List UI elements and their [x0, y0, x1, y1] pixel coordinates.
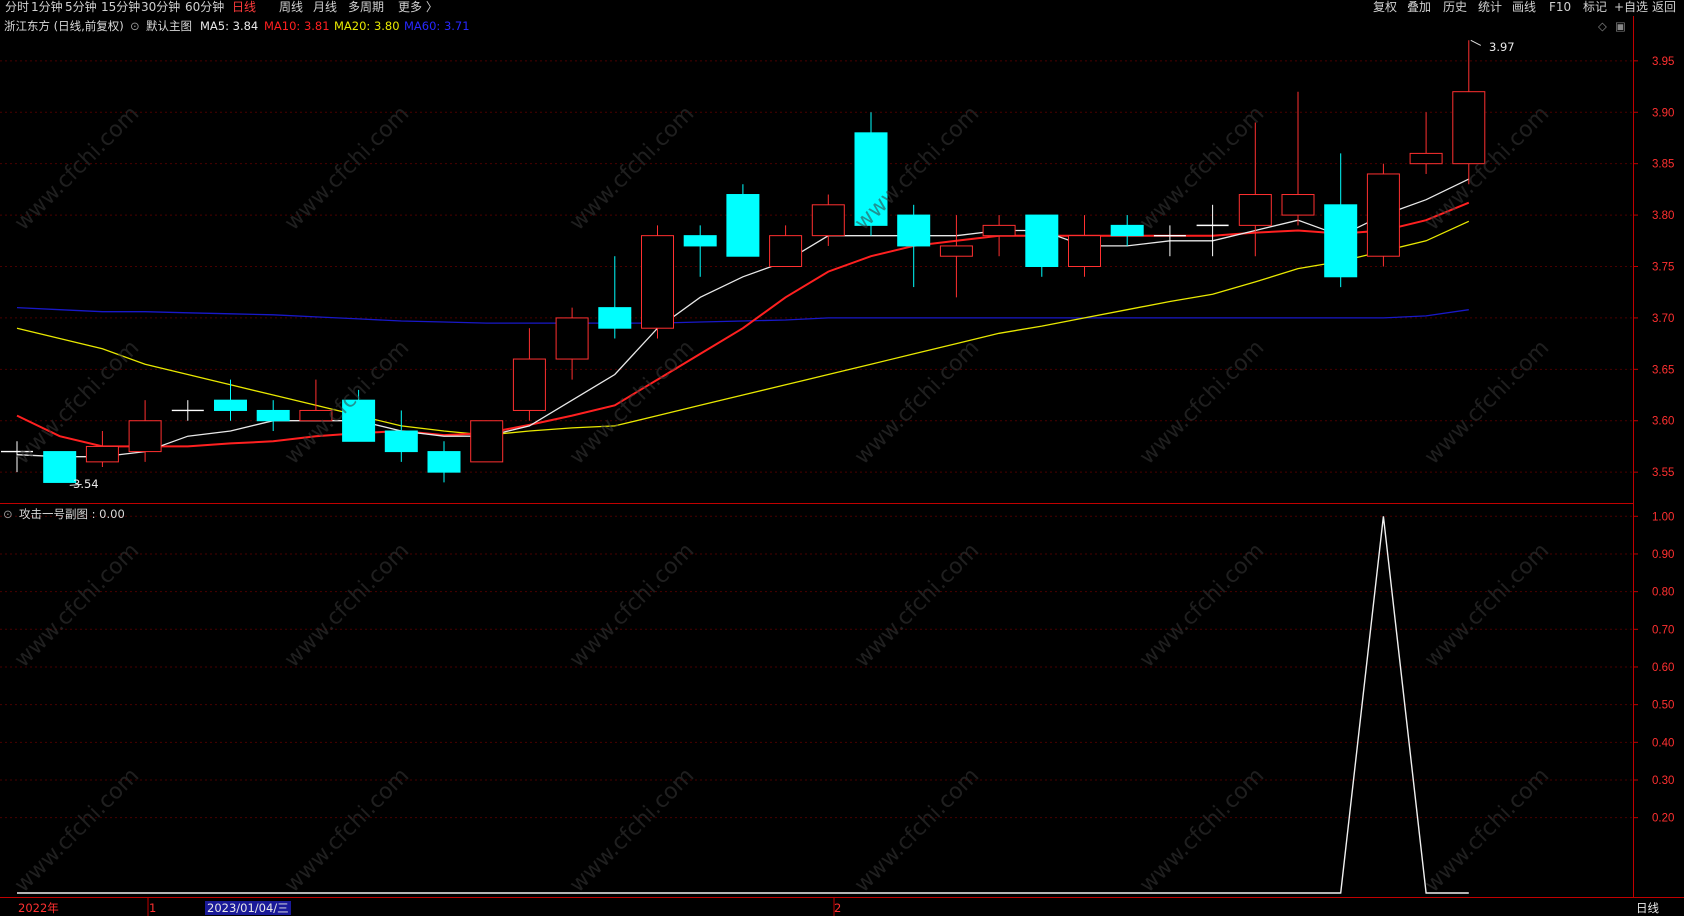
- candle-body-up: [85, 445, 119, 463]
- month-label-1: 1: [149, 901, 157, 915]
- toolbar-right-item-8[interactable]: 返回: [1652, 0, 1676, 15]
- sub-tick-label: 0.40: [1652, 737, 1674, 749]
- toolbar-item-4[interactable]: 30分钟: [141, 0, 180, 15]
- main-tick-label: 3.85: [1652, 159, 1674, 171]
- toolbar-right-item-4[interactable]: 画线: [1512, 0, 1536, 15]
- ma20-label: MA20: 3.80: [334, 19, 400, 33]
- sub-tick-label: 0.60: [1652, 662, 1674, 674]
- toolbar-right-item-0[interactable]: 复权: [1373, 0, 1397, 15]
- candle-body-down: [683, 235, 717, 247]
- candle-body-up: [939, 245, 973, 257]
- high-price-label: 3.97: [1489, 40, 1515, 54]
- candle-body-up: [1238, 194, 1272, 226]
- toolbar-item-7[interactable]: 周线: [279, 0, 303, 15]
- candle-body-down: [726, 194, 760, 257]
- ma10-label: MA10: 3.81: [264, 19, 330, 33]
- toolbar-item-10[interactable]: 更多 〉: [398, 0, 438, 15]
- candle-body-down: [384, 430, 418, 453]
- candle-body-down: [256, 409, 290, 422]
- period-button[interactable]: 日线: [1636, 901, 1659, 915]
- ma5-label: MA5: 3.84: [200, 19, 259, 33]
- high-marker-arrow: [1470, 39, 1482, 46]
- toolbar-right-item-3[interactable]: 统计: [1478, 0, 1502, 15]
- toolbar-right-item-2[interactable]: 历史: [1443, 0, 1467, 15]
- candle-body-up: [128, 420, 162, 453]
- sub-indicator-title[interactable]: 攻击一号副图 : 0.00: [19, 507, 125, 521]
- candle-body-up: [512, 358, 546, 411]
- toolbar-item-2[interactable]: 5分钟: [65, 0, 97, 15]
- candle-body-down: [214, 399, 247, 411]
- candle-body-up: [1366, 173, 1400, 257]
- toolbar-item-9[interactable]: 多周期: [348, 0, 384, 15]
- low-price-label: 3.54: [73, 477, 99, 491]
- main-tick-label: 3.55: [1652, 467, 1674, 479]
- sub-tick-label: 1.00: [1652, 511, 1674, 523]
- sub-tick-label: 0.50: [1652, 700, 1674, 712]
- main-tick-label: 3.90: [1652, 107, 1674, 119]
- candle-body-down: [427, 451, 461, 473]
- candle-body-up: [555, 317, 589, 360]
- main-tick-label: 3.75: [1652, 262, 1674, 274]
- main-tick-label: 3.70: [1652, 313, 1674, 325]
- candle-body-up: [470, 420, 504, 463]
- indicator-toggle-icon[interactable]: ⊙: [130, 19, 140, 33]
- toolbar-right-item-7[interactable]: +自选: [1614, 0, 1648, 15]
- candle-body-down: [43, 451, 77, 483]
- candle-body-down: [1110, 224, 1144, 237]
- sub-tick-label: 0.90: [1652, 549, 1674, 561]
- main-indicator-name[interactable]: 默认主图: [146, 19, 192, 33]
- candle-body-up: [811, 204, 845, 237]
- toolbar-item-6[interactable]: 日线: [232, 0, 256, 15]
- ma60-label: MA60: 3.71: [404, 19, 470, 33]
- sub-tick-label: 0.20: [1652, 813, 1674, 825]
- sub-tick-label: 0.80: [1652, 587, 1674, 599]
- candle-body-up: [1068, 235, 1101, 268]
- panel-settings-icon[interactable]: ◇: [1598, 19, 1607, 33]
- year-label: 2022年: [18, 901, 59, 915]
- main-tick-label: 3.65: [1652, 364, 1674, 376]
- toolbar-item-0[interactable]: 分时: [5, 0, 29, 15]
- toolbar-right-item-1[interactable]: 叠加: [1407, 0, 1431, 15]
- candle-body-up: [1409, 152, 1443, 165]
- candle-body-up: [769, 235, 803, 268]
- toolbar-item-5[interactable]: 60分钟: [185, 0, 224, 15]
- main-tick-label: 3.60: [1652, 416, 1674, 428]
- sub-tick-label: 0.70: [1652, 624, 1674, 636]
- panel-maximize-icon[interactable]: ▣: [1615, 19, 1626, 33]
- sub-indicator-toggle-icon[interactable]: ⊙: [3, 507, 13, 521]
- main-tick-label: 3.95: [1652, 56, 1674, 68]
- candle-body-down: [598, 307, 632, 329]
- sub-tick-label: 0.30: [1652, 775, 1674, 787]
- candle-body-up: [1452, 91, 1486, 165]
- stock-title: 浙江东方 (日线,前复权): [4, 19, 124, 33]
- candle-body-up: [641, 235, 674, 329]
- candle-body-down: [897, 214, 931, 247]
- ma60-line: [16, 306, 1469, 324]
- period-toolbar: 分时 1分钟 5分钟 15分钟 30分钟 60分钟 日线 周线 月线 多周期 更多 〉 复权 叠加 历史统…: [0, 0, 1684, 16]
- toolbar-item-8[interactable]: 月线: [313, 0, 337, 15]
- candle-body-up: [1281, 194, 1315, 216]
- cursor-date-label: 2023/01/04/三: [205, 901, 291, 915]
- candle-body-down: [1025, 214, 1059, 268]
- toolbar-item-1[interactable]: 1分钟: [31, 0, 63, 15]
- toolbar-right-item-5[interactable]: F10: [1549, 0, 1571, 15]
- candle-body-down: [1324, 204, 1358, 278]
- candle-body-up: [982, 224, 1016, 237]
- toolbar-right-item-6[interactable]: 标记: [1583, 0, 1607, 15]
- main-tick-label: 3.80: [1652, 210, 1674, 222]
- toolbar-item-3[interactable]: 15分钟: [101, 0, 140, 15]
- month-label-2: 2: [834, 901, 842, 915]
